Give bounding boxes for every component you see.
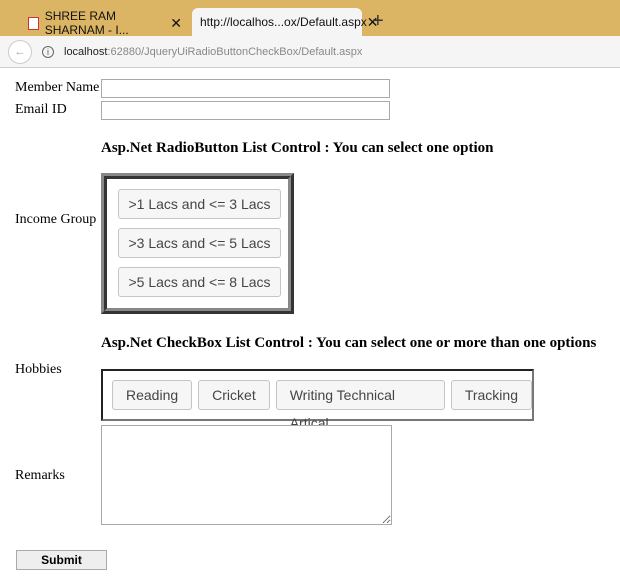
- url-field[interactable]: localhost:62880/JqueryUiRadioButtonCheck…: [64, 46, 362, 58]
- url-path: :62880/JqueryUiRadioButtonCheckBox/Defau…: [107, 45, 363, 58]
- hobby-writing[interactable]: Writing Technical Artical: [275, 380, 445, 431]
- tab-shree-ram[interactable]: SHREE RAM SHARNAM - I... ✕: [20, 9, 190, 37]
- close-icon[interactable]: ✕: [170, 15, 182, 32]
- remarks-textarea[interactable]: [101, 425, 392, 525]
- income-radio-list: >1 Lacs and <= 3 Lacs >3 Lacs and <= 5 L…: [101, 173, 294, 314]
- hobby-cricket[interactable]: Cricket: [198, 380, 270, 410]
- radio-heading: Asp.Net RadioButton List Control : You c…: [101, 140, 494, 156]
- new-tab-icon[interactable]: +: [372, 10, 384, 33]
- url-host: localhost: [64, 45, 108, 58]
- email-input[interactable]: [101, 101, 390, 120]
- back-arrow-icon[interactable]: ←: [8, 39, 32, 64]
- income-group-label: Income Group: [15, 212, 97, 227]
- income-option-2[interactable]: >3 Lacs and <= 5 Lacs: [118, 228, 281, 258]
- hobby-reading[interactable]: Reading: [112, 380, 193, 410]
- email-label: Email ID: [15, 102, 67, 117]
- info-icon[interactable]: i: [42, 45, 54, 58]
- browser-chrome: SHREE RAM SHARNAM - I... ✕ http://localho…: [0, 0, 620, 68]
- tab-label: SHREE RAM SHARNAM - I...: [44, 9, 129, 37]
- income-option-1[interactable]: >1 Lacs and <= 3 Lacs: [118, 189, 281, 219]
- hobbies-label: Hobbies: [15, 362, 62, 377]
- tab-label: http://localhos...ox/Default.aspx: [200, 15, 367, 29]
- member-name-label: Member Name: [15, 80, 100, 95]
- remarks-label: Remarks: [15, 468, 65, 483]
- member-name-input[interactable]: [101, 79, 390, 98]
- hobbies-checkbox-list: Reading Cricket Writing Technical Artica…: [101, 369, 534, 431]
- tab-default[interactable]: http://localhos...ox/Default.aspx ✕: [192, 8, 379, 36]
- income-option-3[interactable]: >5 Lacs and <= 8 Lacs: [118, 267, 281, 297]
- hobby-tracking[interactable]: Tracking: [450, 380, 532, 410]
- address-bar: ← i localhost:62880/JqueryUiRadioButtonC…: [0, 36, 620, 68]
- favicon-icon: [28, 16, 39, 30]
- checkbox-heading: Asp.Net CheckBox List Control : You can …: [101, 335, 597, 351]
- submit-button[interactable]: Submit: [16, 550, 107, 570]
